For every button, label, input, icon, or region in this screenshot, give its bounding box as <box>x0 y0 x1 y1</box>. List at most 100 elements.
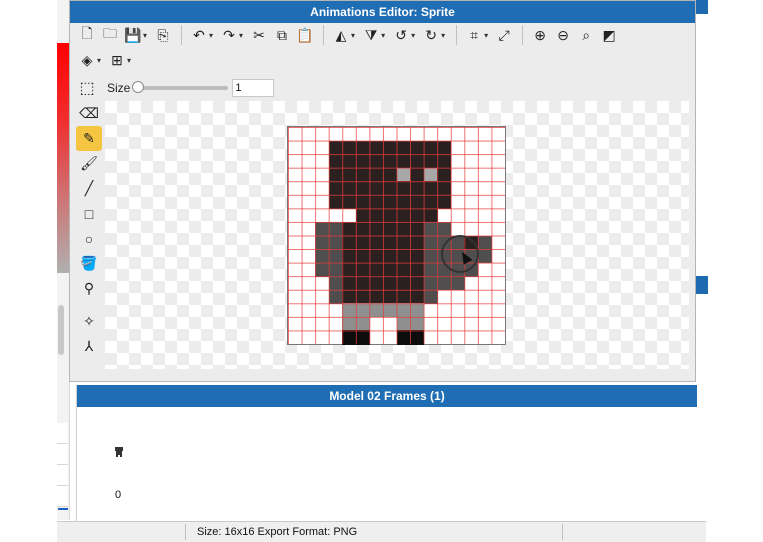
sprite-pixel[interactable] <box>423 221 438 237</box>
sprite-pixel[interactable] <box>477 235 493 250</box>
save-icon[interactable]: 💾 <box>122 24 144 46</box>
sprite-pixel[interactable] <box>396 194 411 209</box>
move-anchor-icon[interactable]: ✧ <box>76 309 102 334</box>
sprite-pixel[interactable] <box>355 330 370 345</box>
grid-icon[interactable]: ⊞ <box>106 49 128 71</box>
sprite-pixel[interactable] <box>410 167 425 182</box>
sprite-pixel[interactable] <box>328 181 343 196</box>
sprite-pixel[interactable] <box>342 167 357 182</box>
sprite-pixel[interactable] <box>423 140 438 155</box>
sprite-pixel[interactable] <box>410 235 425 250</box>
sprite-pixel[interactable] <box>423 208 438 223</box>
sprite-pixel[interactable] <box>396 235 411 250</box>
sprite-pixel[interactable] <box>396 276 411 291</box>
zoom-in-icon[interactable]: ⊕ <box>529 24 551 46</box>
dropdown-arrow-icon[interactable]: ▾ <box>381 31 385 40</box>
sprite-pixel[interactable] <box>382 140 398 155</box>
sprite-pixel[interactable] <box>355 167 370 182</box>
sprite-pixel-grid[interactable] <box>287 126 506 345</box>
sprite-pixel[interactable] <box>410 154 425 169</box>
sprite-pixel[interactable] <box>396 167 411 182</box>
sprite-pixel[interactable] <box>342 235 357 250</box>
sprite-pixel[interactable] <box>355 140 370 155</box>
sprite-pixel[interactable] <box>342 154 357 169</box>
sprite-pixel[interactable] <box>369 167 384 182</box>
eraser-icon[interactable]: ⌫ <box>76 101 102 126</box>
sprite-pixel[interactable] <box>396 249 411 264</box>
sprite-pixel[interactable] <box>342 181 357 196</box>
sprite-pixel[interactable] <box>382 208 398 223</box>
sprite-pixel[interactable] <box>396 316 411 332</box>
dropdown-arrow-icon[interactable]: ▾ <box>351 31 355 40</box>
skeleton-icon[interactable]: ⅄ <box>76 334 102 359</box>
sprite-pixel[interactable] <box>342 303 357 318</box>
sprite-pixel[interactable] <box>382 276 398 291</box>
sprite-pixel[interactable] <box>382 194 398 209</box>
sprite-pixel[interactable] <box>355 194 370 209</box>
flip-horizontal-icon[interactable]: ◭ <box>330 24 352 46</box>
sprite-pixel[interactable] <box>423 167 438 182</box>
sprite-pixel[interactable] <box>382 154 398 169</box>
sprite-pixel[interactable] <box>396 262 411 277</box>
sprite-pixel[interactable] <box>382 167 398 182</box>
sprite-pixel[interactable] <box>382 249 398 264</box>
sprite-pixel[interactable] <box>369 249 384 264</box>
resize-icon[interactable]: ⤢ <box>493 24 515 46</box>
sprite-pixel[interactable] <box>437 154 452 169</box>
sprite-pixel[interactable] <box>437 167 452 182</box>
new-file-icon[interactable]: 🗋 <box>76 24 98 46</box>
layers-icon[interactable]: ◈ <box>76 49 98 71</box>
sprite-pixel[interactable] <box>328 194 343 209</box>
dropdown-arrow-icon[interactable]: ▾ <box>239 31 243 40</box>
sprite-pixel[interactable] <box>328 276 343 291</box>
sprite-pixel[interactable] <box>423 194 438 209</box>
sprite-pixel[interactable] <box>382 303 398 318</box>
sprite-pixel[interactable] <box>423 181 438 196</box>
size-slider[interactable] <box>132 81 229 93</box>
sprite-pixel[interactable] <box>369 303 384 318</box>
size-input[interactable]: 1 <box>232 79 275 97</box>
cut-icon[interactable]: ✂ <box>248 24 270 46</box>
sprite-pixel[interactable] <box>355 154 370 169</box>
sprite-pixel[interactable] <box>410 289 425 304</box>
sprite-pixel[interactable] <box>355 249 370 264</box>
sprite-pixel[interactable] <box>410 330 425 345</box>
zoom-fit-icon[interactable]: ⌕ <box>575 24 597 46</box>
sprite-pixel[interactable] <box>410 181 425 196</box>
sprite-pixel[interactable] <box>437 181 452 196</box>
zoom-out-icon[interactable]: ⊖ <box>552 24 574 46</box>
background-scrollbar[interactable] <box>58 305 64 355</box>
rectangle-icon[interactable]: □ <box>76 201 102 226</box>
sprite-pixel[interactable] <box>396 289 411 304</box>
sprite-pixel[interactable] <box>396 330 411 345</box>
sprite-pixel[interactable] <box>369 221 384 237</box>
sprite-pixel[interactable] <box>423 235 438 250</box>
sprite-pixel[interactable] <box>410 140 425 155</box>
frame-thumbnail[interactable] <box>115 447 123 457</box>
sprite-pixel[interactable] <box>423 154 438 169</box>
sprite-pixel[interactable] <box>410 249 425 264</box>
pencil-icon[interactable]: ✎ <box>76 126 102 151</box>
sprite-pixel[interactable] <box>369 208 384 223</box>
sprite-pixel[interactable] <box>423 276 438 291</box>
sprite-pixel[interactable] <box>328 249 343 264</box>
sprite-pixel[interactable] <box>355 316 370 332</box>
sprite-pixel[interactable] <box>396 181 411 196</box>
size-slider-thumb[interactable] <box>132 81 145 93</box>
rotate-right-icon[interactable]: ↻ <box>420 24 442 46</box>
export-icon[interactable]: ⎘ <box>152 24 174 46</box>
sprite-pixel[interactable] <box>315 221 330 237</box>
sprite-pixel[interactable] <box>328 167 343 182</box>
dropdown-arrow-icon[interactable]: ▾ <box>441 31 445 40</box>
sprite-pixel[interactable] <box>382 262 398 277</box>
sprite-pixel[interactable] <box>437 221 452 237</box>
sprite-pixel[interactable] <box>355 181 370 196</box>
sprite-pixel[interactable] <box>369 276 384 291</box>
sprite-pixel[interactable] <box>410 316 425 332</box>
eyedropper-icon[interactable]: ⚲ <box>76 276 102 301</box>
selection-icon[interactable]: ⬚ <box>76 77 98 99</box>
sprite-pixel[interactable] <box>315 249 330 264</box>
sprite-pixel[interactable] <box>355 208 370 223</box>
sprite-pixel[interactable] <box>342 140 357 155</box>
sprite-pixel[interactable] <box>355 235 370 250</box>
